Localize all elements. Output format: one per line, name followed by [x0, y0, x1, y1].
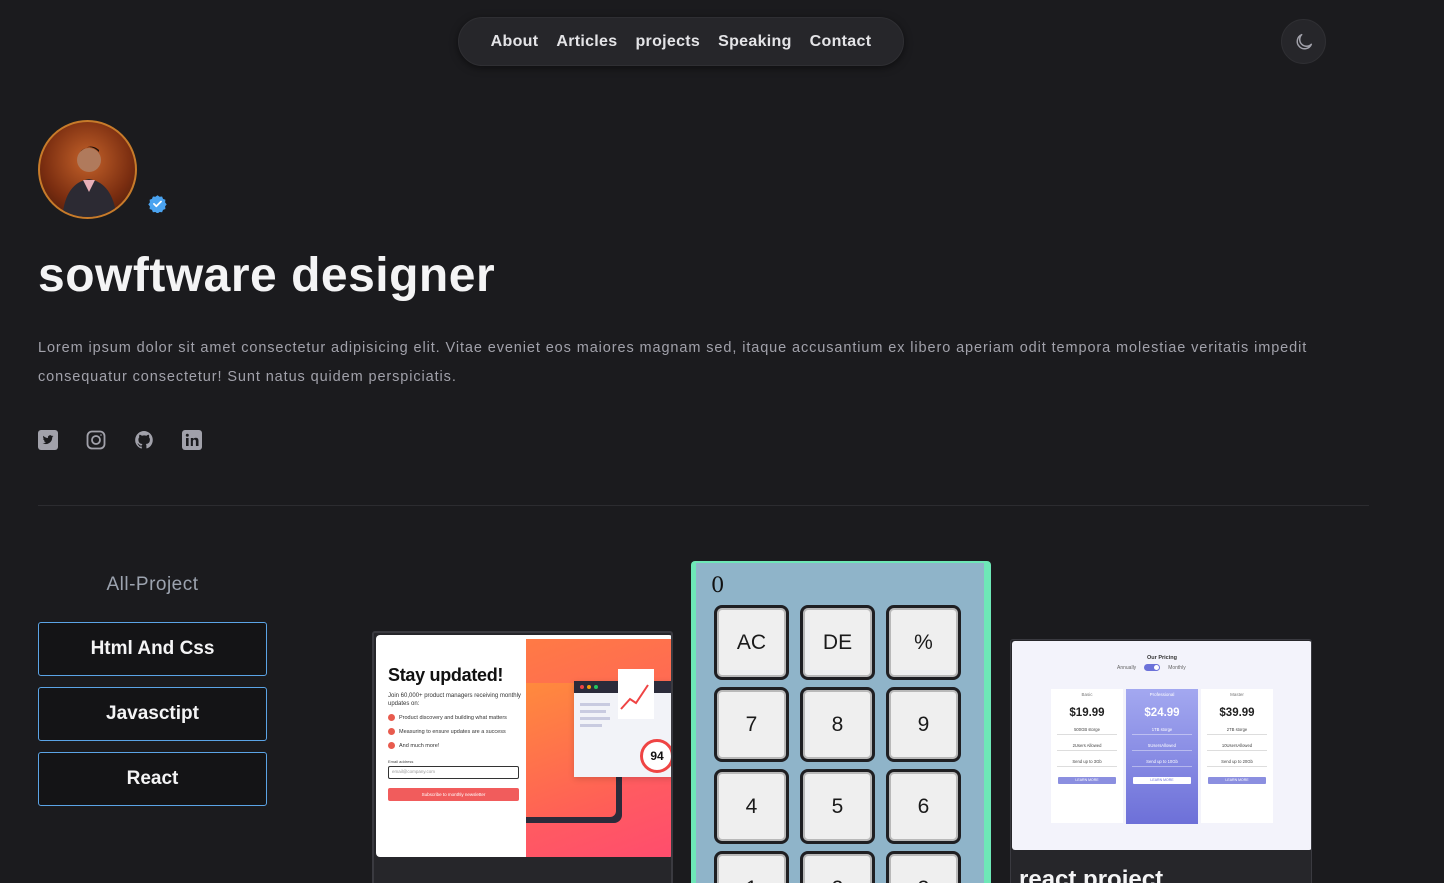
calculator-display: 0 [711, 573, 725, 597]
project-card-pricing[interactable]: Our Pricing Annually Monthly Basic $19.9… [1010, 639, 1312, 883]
email-field: email@company.com [388, 766, 519, 779]
score-badge: 94 [640, 739, 671, 773]
toggle-monthly-label: Monthly [1168, 664, 1186, 671]
list-item: And much more! [388, 742, 528, 749]
email-label: Email address [388, 759, 414, 764]
list-item: Product discovery and building what matt… [388, 714, 528, 721]
calc-key-2: 2 [800, 851, 875, 883]
filter-html-css-button[interactable]: Html And Css [38, 622, 267, 676]
filter-javascript-button[interactable]: Javasctipt [38, 687, 267, 741]
project-card-calculator[interactable]: 0 AC DE % 7 8 9 4 5 6 1 2 3 [691, 561, 991, 883]
check-icon [388, 728, 395, 735]
twitter-icon[interactable] [38, 430, 58, 450]
github-icon[interactable] [134, 430, 154, 450]
calc-key-5: 5 [800, 769, 875, 844]
linkedin-icon[interactable] [182, 430, 202, 450]
calc-key-de: DE [800, 605, 875, 680]
calc-key-8: 8 [800, 687, 875, 762]
calc-key-6: 6 [886, 769, 961, 844]
plan-master: Master $39.99 2TB storge 10UsersAllowed … [1201, 689, 1273, 823]
filters-title: All-Project [106, 574, 199, 595]
nav-contact[interactable]: Contact [810, 33, 872, 51]
billing-toggle: Annually Monthly [1117, 664, 1186, 671]
calc-key-percent: % [886, 605, 961, 680]
social-links [38, 430, 202, 450]
newsletter-bullets: Product discovery and building what matt… [388, 714, 528, 749]
calc-key-ac: AC [714, 605, 789, 680]
calc-key-9: 9 [886, 687, 961, 762]
moon-icon [1296, 33, 1312, 49]
check-icon [388, 742, 395, 749]
instagram-icon[interactable] [86, 430, 106, 450]
plan-professional: Professional $24.99 1TB storge 5UsersAll… [1126, 689, 1198, 824]
calc-key-3: 3 [886, 851, 961, 883]
newsletter-title: Stay updated! [388, 665, 504, 685]
newsletter-preview: Stay updated! Join 60,000+ product manag… [376, 635, 671, 857]
check-icon [388, 714, 395, 721]
pricing-heading: Our Pricing [1147, 655, 1177, 661]
newsletter-illustration: 94 [526, 639, 671, 857]
plan-basic: Basic $19.99 500GB storge 2Users Allowed… [1051, 689, 1123, 823]
verified-badge-icon [148, 195, 167, 213]
list-item: Measuring to ensure updates are a succes… [388, 728, 528, 735]
chart-illustration [618, 669, 654, 719]
calc-key-4: 4 [714, 769, 789, 844]
newsletter-subtitle: Join 60,000+ product managers receiving … [388, 693, 521, 707]
filter-react-button[interactable]: React [38, 752, 267, 806]
calc-key-1: 1 [714, 851, 789, 883]
nav-projects[interactable]: projects [635, 33, 700, 51]
nav-about[interactable]: About [491, 33, 539, 51]
pricing-preview: Our Pricing Annually Monthly Basic $19.9… [1012, 641, 1311, 850]
toggle-switch [1144, 664, 1161, 671]
project-card-title: react project [1019, 866, 1164, 883]
toggle-annually-label: Annually [1117, 664, 1137, 671]
nav-articles[interactable]: Articles [556, 33, 617, 51]
avatar [38, 120, 137, 219]
bio-text: Lorem ipsum dolor sit amet consectetur a… [38, 340, 1308, 385]
section-divider [38, 505, 1369, 506]
avatar-portrait [62, 146, 117, 217]
nav-speaking[interactable]: Speaking [718, 33, 792, 51]
calc-key-7: 7 [714, 687, 789, 762]
project-card-newsletter[interactable]: Stay updated! Join 60,000+ product manag… [372, 631, 673, 883]
subscribe-button: Subscribe to monthly newsletter [388, 788, 519, 801]
theme-toggle-button[interactable] [1281, 19, 1326, 64]
main-nav: About Articles projects Speaking Contact [458, 17, 904, 66]
page-title: sowftware designer [38, 249, 496, 302]
